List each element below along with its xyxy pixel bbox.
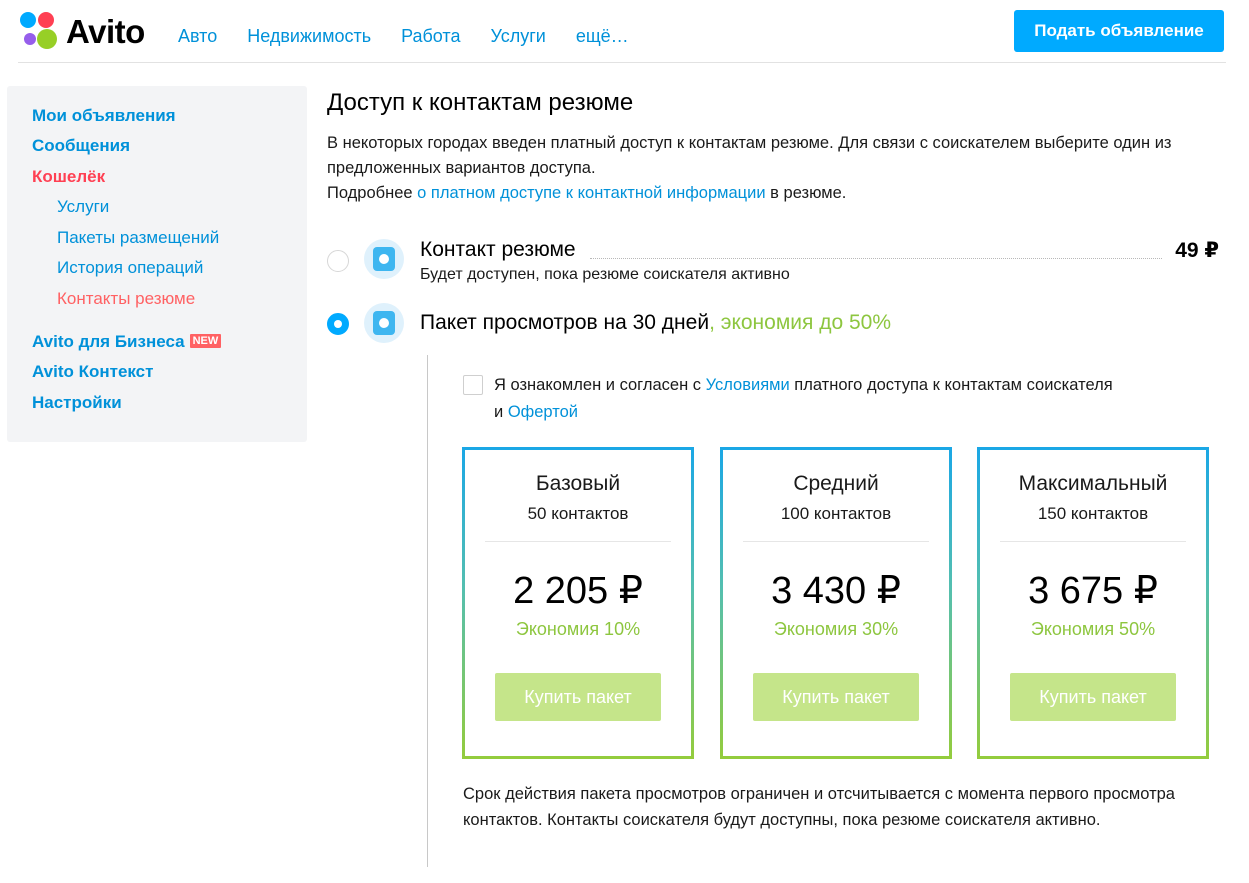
intro-paragraph: В некоторых городах введен платный досту… [327, 134, 1172, 177]
logo-text: Avito [66, 13, 145, 50]
sidebar-item-business[interactable]: Avito для Бизнеса NEW [32, 332, 222, 352]
agree-middle: платного доступа к контактам соискателя [789, 376, 1113, 394]
top-nav: Авто Недвижимость Работа Услуги ещё… [178, 26, 659, 47]
post-ad-button[interactable]: Подать объявление [1014, 10, 1224, 52]
agree-text: Я ознакомлен и согласен с Условиями плат… [494, 372, 1194, 426]
package-count: 150 контактов [1037, 504, 1149, 523]
card-divider [485, 541, 671, 542]
buy-package-button[interactable]: Купить пакет [1010, 673, 1176, 721]
option-package-title-text: Пакет просмотров на 30 дней [420, 311, 710, 334]
package-card-basic: Базовый 50 контактов 2 205 ₽ Экономия 10… [462, 447, 694, 759]
header: Avito Авто Недвижимость Работа Услуги ещ… [18, 0, 1226, 63]
intro-more: Подробнее о платном доступе к контактной… [327, 181, 1227, 206]
option-package-radio[interactable] [327, 313, 349, 335]
agree-checkbox[interactable] [463, 375, 483, 395]
buy-package-button[interactable]: Купить пакет [495, 673, 661, 721]
package-saving: Экономия 10% [515, 619, 641, 639]
sidebar-item-my-ads[interactable]: Мои объявления [32, 106, 176, 126]
sidebar-subitem-packages[interactable]: Пакеты размещений [57, 228, 219, 248]
logo-dot-purple [24, 33, 36, 45]
buy-package-button[interactable]: Купить пакет [753, 673, 919, 721]
package-footnote: Срок действия пакета просмотров ограниче… [463, 785, 1175, 829]
avito-logo[interactable]: Avito [20, 12, 160, 52]
package-price: 3 430 ₽ [771, 570, 901, 612]
card-divider [743, 541, 929, 542]
intro-more-prefix: Подробнее [327, 184, 418, 202]
nav-link-realty[interactable]: Недвижимость [247, 26, 371, 47]
card-divider [1000, 541, 1186, 542]
sidebar-subitem-history[interactable]: История операций [57, 258, 203, 278]
sidebar: Мои объявления Сообщения Кошелёк Услуги … [7, 86, 307, 442]
option-single-contact-title: Контакт резюме [420, 238, 576, 261]
ticket-icon [364, 239, 404, 279]
nav-link-auto[interactable]: Авто [178, 26, 217, 47]
option-single-contact-desc: Будет доступен, пока резюме соискателя а… [420, 266, 790, 283]
page-title: Доступ к контактам резюме [327, 89, 634, 116]
package-card-medium: Средний 100 контактов 3 430 ₽ Экономия 3… [720, 447, 952, 759]
option-single-contact-price: 49 ₽ [1175, 239, 1219, 262]
price-leader-dots [590, 258, 1162, 259]
package-count: 100 контактов [780, 504, 892, 523]
sidebar-item-settings[interactable]: Настройки [32, 393, 122, 413]
option-package-title: Пакет просмотров на 30 дней, экономия до… [420, 311, 891, 335]
package-saving: Экономия 30% [773, 619, 899, 639]
package-name: Средний [793, 472, 879, 495]
package-name: Базовый [535, 472, 621, 495]
option-single-contact-radio[interactable] [327, 250, 349, 272]
package-section-divider [427, 355, 428, 867]
logo-dot-blue [20, 12, 36, 28]
logo-dot-green [37, 29, 57, 49]
package-price: 3 675 ₽ [1028, 570, 1158, 612]
sidebar-item-wallet[interactable]: Кошелёк [32, 167, 105, 187]
sidebar-item-context[interactable]: Avito Контекст [32, 362, 153, 382]
new-badge: NEW [189, 334, 222, 348]
offer-link[interactable]: Офертой [508, 403, 578, 421]
package-count: 50 контактов [527, 504, 629, 523]
paid-access-info-link[interactable]: о платном доступе к контактной информаци… [417, 184, 765, 202]
agree-prefix: Я ознакомлен и согласен с [494, 376, 706, 394]
logo-dot-red [38, 12, 54, 28]
package-card-maximum: Максимальный 150 контактов 3 675 ₽ Эконо… [977, 447, 1209, 759]
sidebar-subitem-resume-contacts[interactable]: Контакты резюме [57, 289, 195, 309]
agree-and: и [494, 403, 508, 421]
package-name: Максимальный [1018, 472, 1168, 495]
intro-more-suffix: в резюме. [765, 184, 847, 202]
sidebar-subitem-services[interactable]: Услуги [57, 197, 109, 217]
terms-link[interactable]: Условиями [706, 376, 790, 394]
package-saving: Экономия 50% [1030, 619, 1156, 639]
package-price: 2 205 ₽ [513, 570, 643, 612]
sidebar-item-messages[interactable]: Сообщения [32, 136, 130, 156]
option-package-saving: , экономия до 50% [709, 311, 891, 334]
nav-link-services[interactable]: Услуги [490, 26, 545, 47]
intro-text: В некоторых городах введен платный досту… [327, 131, 1227, 206]
ticket-icon [364, 303, 404, 343]
nav-link-jobs[interactable]: Работа [401, 26, 460, 47]
sidebar-item-business-label: Avito для Бизнеса [32, 332, 185, 351]
nav-link-more[interactable]: ещё… [576, 26, 629, 47]
